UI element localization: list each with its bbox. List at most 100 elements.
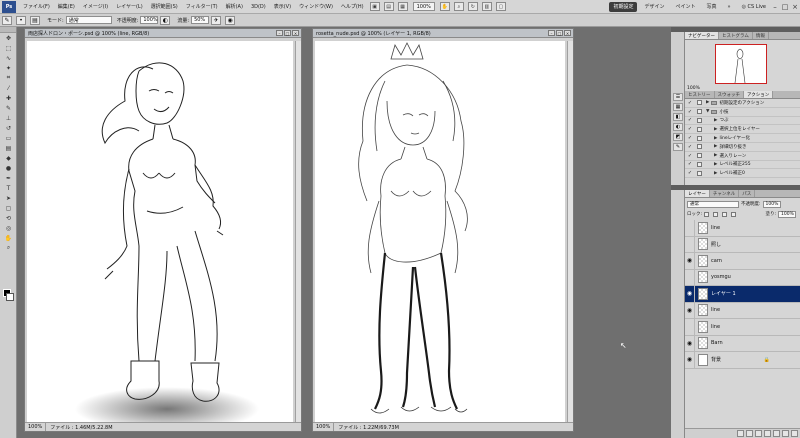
minibridge-icon[interactable]: ▤: [383, 2, 394, 11]
strip-adjust-icon[interactable]: ◐: [673, 123, 683, 131]
action-row[interactable]: ✓ ▶ 選択上位をレイヤー: [685, 125, 800, 135]
visibility-toggle[interactable]: [685, 236, 695, 252]
path-select-icon[interactable]: ➤: [2, 193, 15, 203]
crop-icon[interactable]: ⌗: [2, 73, 15, 83]
visibility-eye-icon[interactable]: ◉: [685, 302, 695, 318]
close-button[interactable]: ×: [790, 2, 800, 12]
action-dialog-toggle[interactable]: [697, 144, 702, 150]
lock-all-icon[interactable]: [731, 211, 737, 217]
tab-history[interactable]: ヒストリー: [685, 91, 715, 98]
action-row[interactable]: ✓ ▶ レベル補正0: [685, 169, 800, 179]
rotate-view-icon[interactable]: ↻: [467, 2, 478, 11]
menu-help[interactable]: ヘルプ(H): [337, 3, 368, 10]
menu-image[interactable]: イメージ(I): [79, 3, 112, 10]
menu-view[interactable]: 表示(V): [270, 3, 295, 10]
action-check-icon[interactable]: ✓: [687, 100, 693, 106]
workspace-more-button[interactable]: »: [724, 2, 735, 12]
navigator-preview[interactable]: [715, 44, 767, 84]
expand-arrow-icon[interactable]: ▶: [714, 153, 717, 158]
new-layer-icon[interactable]: [782, 430, 789, 437]
layer-row[interactable]: line: [685, 220, 800, 237]
tab-navigator[interactable]: ナビゲーター: [685, 32, 719, 39]
menu-3d[interactable]: 3D(D): [247, 4, 270, 10]
delete-layer-icon[interactable]: [791, 430, 798, 437]
zoom-view-icon[interactable]: ⌕: [453, 2, 464, 11]
document-1-minimize-button[interactable]: –: [276, 30, 283, 36]
document-2-title-bar[interactable]: rosetta_nude.psd @ 100% (レイヤー 1, RGB/8) …: [313, 29, 573, 38]
menu-file[interactable]: ファイル(F): [19, 3, 54, 10]
expand-arrow-icon[interactable]: ▶: [714, 144, 717, 149]
visibility-eye-icon[interactable]: ◉: [685, 335, 695, 351]
workspace-design-button[interactable]: デザイン: [640, 2, 668, 12]
visibility-eye-icon[interactable]: ◉: [685, 286, 695, 302]
strip-history-icon[interactable]: ☰: [673, 93, 683, 101]
tab-swatches[interactable]: スウォッチ: [715, 91, 744, 98]
brush-size-icon[interactable]: •: [16, 15, 26, 25]
fill-field[interactable]: 100%: [778, 210, 796, 218]
document-2-canvas[interactable]: [315, 41, 565, 422]
layer-row[interactable]: yosmgu: [685, 269, 800, 286]
add-mask-icon[interactable]: [755, 430, 762, 437]
action-check-icon[interactable]: ✓: [687, 126, 693, 132]
visibility-toggle[interactable]: [685, 220, 695, 236]
document-1-scrollbar[interactable]: [295, 41, 301, 422]
marquee-icon[interactable]: ⬚: [2, 43, 15, 53]
menu-analysis[interactable]: 解析(A): [222, 3, 247, 10]
expand-arrow-icon[interactable]: ▶: [714, 136, 717, 141]
maximize-button[interactable]: □: [780, 2, 790, 12]
menu-layer[interactable]: レイヤー(L): [112, 3, 147, 10]
flow-field[interactable]: 50%: [191, 16, 210, 24]
stamp-icon[interactable]: ⊥: [2, 113, 15, 123]
brush-icon[interactable]: ✎: [2, 103, 15, 113]
action-dialog-toggle[interactable]: [697, 126, 702, 132]
zoom-select[interactable]: 100%: [412, 2, 435, 11]
expand-arrow-icon[interactable]: ▶: [714, 127, 717, 132]
brush-panel-icon[interactable]: ▤: [30, 15, 40, 25]
document-1-close-button[interactable]: ×: [292, 30, 299, 36]
3d-orbit-icon[interactable]: ◎: [2, 223, 15, 233]
move-icon[interactable]: ✥: [2, 33, 15, 43]
minimize-button[interactable]: –: [770, 2, 780, 12]
action-row[interactable]: ✓ ▶ 詳細切り抜き: [685, 143, 800, 152]
layer-row[interactable]: ◉ line: [685, 302, 800, 319]
pressure-size-icon[interactable]: ◉: [225, 15, 236, 25]
visibility-toggle[interactable]: [685, 269, 695, 285]
zoom-icon[interactable]: ⌕: [2, 243, 15, 253]
tab-layers[interactable]: レイヤー: [685, 190, 710, 197]
document-2-maximize-button[interactable]: □: [556, 30, 563, 36]
layer-row[interactable]: ◉ 背景 🔒: [685, 352, 800, 369]
action-row[interactable]: ✓ ▶ レベル補正255: [685, 161, 800, 170]
lock-pixels-icon[interactable]: [713, 211, 719, 217]
action-check-icon[interactable]: ✓: [687, 109, 693, 115]
dodge-icon[interactable]: ●: [2, 163, 15, 173]
document-2-scrollbar[interactable]: [567, 41, 573, 422]
action-check-icon[interactable]: ✓: [687, 144, 693, 150]
layer-style-icon[interactable]: [746, 430, 753, 437]
menu-filter[interactable]: フィルター(T): [182, 3, 222, 10]
opacity-field[interactable]: 100%: [140, 16, 159, 24]
eraser-icon[interactable]: ▭: [2, 133, 15, 143]
action-row[interactable]: ✓ ▶ 初期設定のアクション: [685, 99, 800, 108]
bridge-icon[interactable]: ▣: [369, 2, 380, 11]
action-check-icon[interactable]: ✓: [687, 161, 693, 167]
document-2-close-button[interactable]: ×: [564, 30, 571, 36]
airbrush-icon[interactable]: ✈: [211, 15, 222, 25]
layer-row[interactable]: ◉ carn: [685, 253, 800, 270]
quick-select-icon[interactable]: ✦: [2, 63, 15, 73]
layer-opacity-field[interactable]: 100%: [762, 200, 781, 208]
action-row[interactable]: ✓ ▶ lineレイヤー化: [685, 134, 800, 143]
document-1-maximize-button[interactable]: □: [284, 30, 291, 36]
hand-view-icon[interactable]: ✋: [439, 2, 450, 11]
tab-paths[interactable]: パス: [739, 190, 756, 197]
type-icon[interactable]: T: [2, 183, 15, 193]
action-dialog-toggle[interactable]: [697, 135, 702, 141]
workspace-essentials-button[interactable]: 初期設定: [609, 1, 638, 12]
action-dialog-toggle[interactable]: [697, 170, 702, 176]
expand-arrow-icon[interactable]: ▶: [706, 100, 709, 105]
action-check-icon[interactable]: ✓: [687, 153, 693, 159]
action-dialog-toggle[interactable]: [697, 100, 702, 106]
action-dialog-toggle[interactable]: [697, 153, 702, 159]
eyedropper-icon[interactable]: ⁄: [2, 83, 15, 93]
visibility-eye-icon[interactable]: ◉: [685, 352, 695, 368]
document-1-title-bar[interactable]: 両店探人ドロン・ポーシ.psd @ 100% (line, RGB/8) – □…: [25, 29, 301, 38]
